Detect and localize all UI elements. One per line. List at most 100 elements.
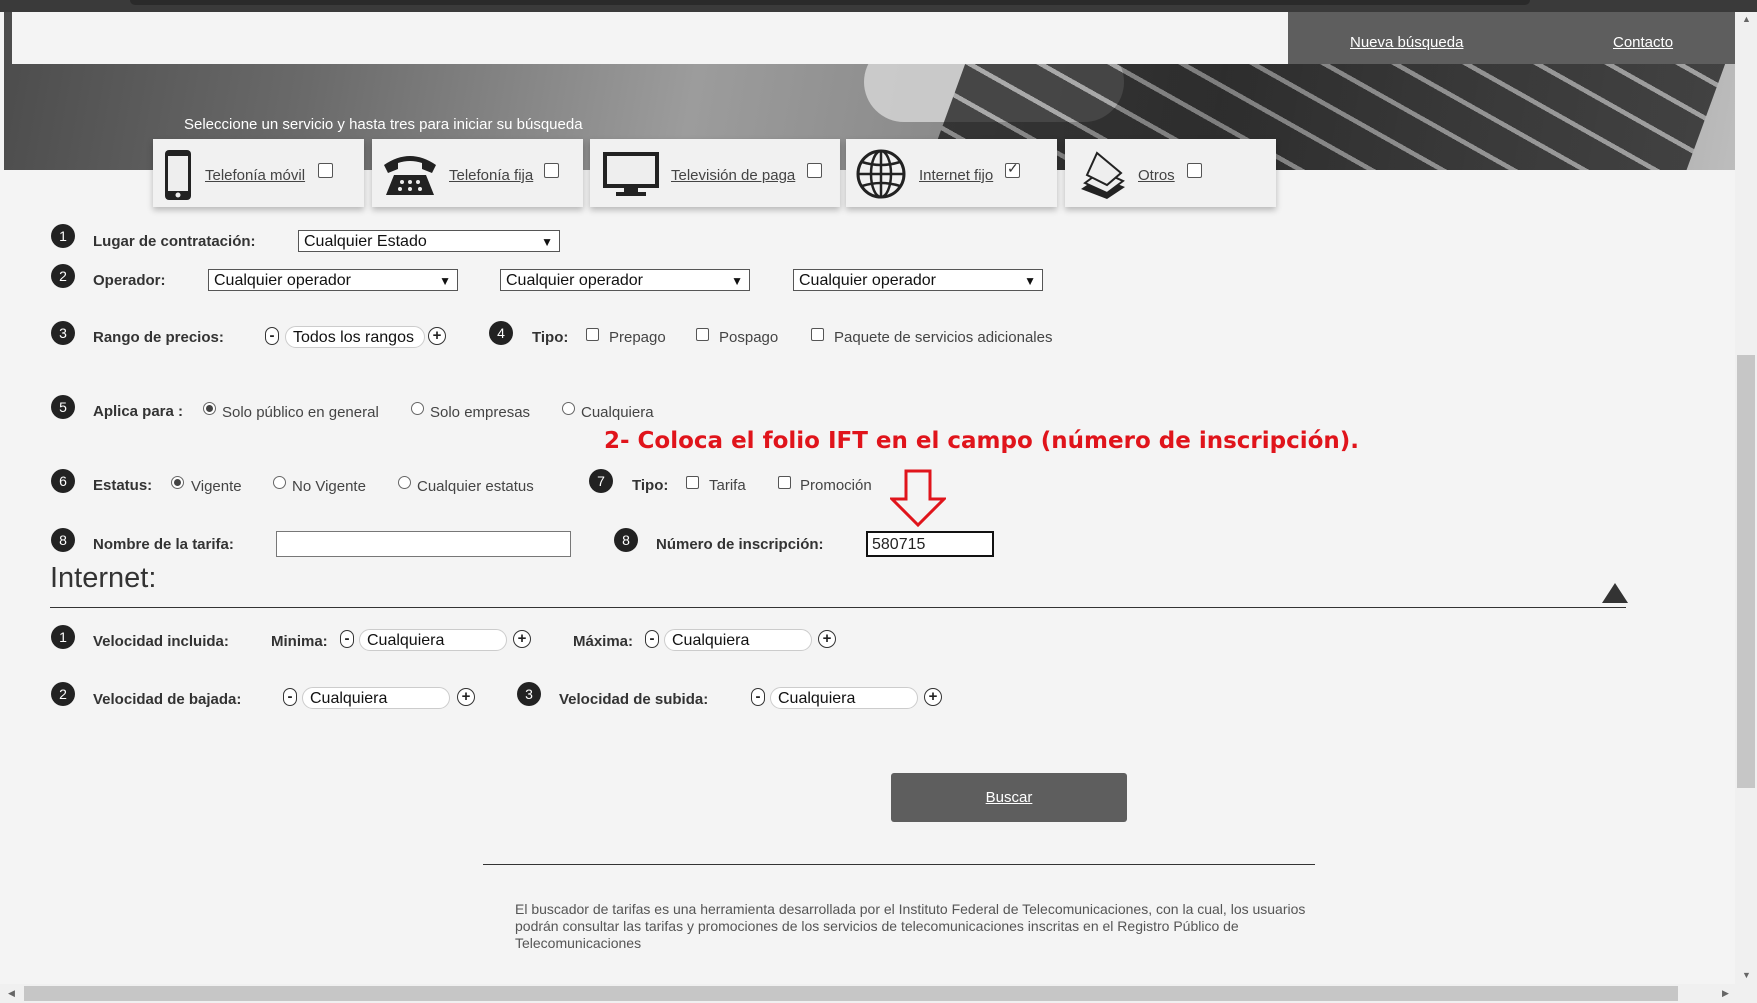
mobile-phone-icon xyxy=(165,150,191,200)
min-speed-decrease-button[interactable]: - xyxy=(340,630,354,648)
operator-select-3-value: Cualquier operador xyxy=(799,272,936,289)
vigente-radio[interactable] xyxy=(171,476,184,489)
hero-caption: Seleccione un servicio y hasta tres para… xyxy=(184,116,583,133)
max-speed-increase-button[interactable]: + xyxy=(818,630,836,648)
service-card-others[interactable]: Otros xyxy=(1065,139,1276,207)
any-applies-radio[interactable] xyxy=(562,402,575,415)
promocion-checkbox[interactable] xyxy=(778,476,791,489)
min-speed-value: Cualquiera xyxy=(359,629,507,651)
step-number-3: 3 xyxy=(51,321,75,345)
max-speed-label: Máxima: xyxy=(573,633,634,650)
header-bar xyxy=(12,12,1288,64)
top-nav: Nueva búsqueda Contacto xyxy=(1288,12,1735,64)
down-arrow-icon xyxy=(890,469,946,527)
nav-contact-link[interactable]: Contacto xyxy=(1613,34,1673,51)
upload-speed-decrease-button[interactable]: - xyxy=(751,688,765,706)
applies-to-label: Aplica para : xyxy=(93,403,184,420)
internet-step-number-2: 2 xyxy=(51,682,75,706)
tariff-name-input[interactable] xyxy=(276,531,571,557)
tariff-name-label: Nombre de la tarifa: xyxy=(93,536,234,553)
service-label-landline[interactable]: Telefonía fija xyxy=(449,167,533,184)
general-public-label: Solo público en general xyxy=(222,404,379,421)
scroll-left-icon[interactable]: ◀ xyxy=(8,988,15,999)
tarifa-label: Tarifa xyxy=(709,477,746,494)
price-range-value: Todos los rangos xyxy=(285,326,425,348)
operator-select-2[interactable]: Cualquier operador ▼ xyxy=(500,269,750,291)
companies-label: Solo empresas xyxy=(430,404,531,421)
service-card-landline[interactable]: Telefonía fija xyxy=(372,139,583,207)
section-divider xyxy=(50,607,1626,608)
search-button[interactable]: Buscar xyxy=(891,773,1127,822)
pospago-label: Pospago xyxy=(719,329,779,346)
nav-new-search-link[interactable]: Nueva búsqueda xyxy=(1350,34,1463,51)
upload-speed-increase-button[interactable]: + xyxy=(924,688,942,706)
footer-description: El buscador de tarifas es una herramient… xyxy=(515,901,1306,951)
registration-number-label: Número de inscripción: xyxy=(656,536,824,553)
pospago-checkbox[interactable] xyxy=(696,328,709,341)
service-checkbox-landline[interactable] xyxy=(544,163,559,178)
promocion-label: Promoción xyxy=(800,477,872,494)
internet-step-number-3: 3 xyxy=(517,682,541,706)
download-speed-increase-button[interactable]: + xyxy=(457,688,475,706)
upload-speed-value: Cualquiera xyxy=(770,687,918,709)
operator-label: Operador: xyxy=(93,272,166,289)
included-speed-label: Velocidad incluida: xyxy=(93,633,229,650)
max-speed-decrease-button[interactable]: - xyxy=(645,630,659,648)
additional-services-checkbox[interactable] xyxy=(811,328,824,341)
chevron-down-icon: ▼ xyxy=(439,274,451,288)
chevron-down-icon: ▼ xyxy=(731,274,743,288)
service-label-internet[interactable]: Internet fijo xyxy=(919,167,993,184)
no-vigente-label: No Vigente xyxy=(292,478,366,495)
service-card-mobile[interactable]: Telefonía móvil xyxy=(153,139,364,207)
service-label-tv[interactable]: Televisión de paga xyxy=(671,167,795,184)
service-label-mobile[interactable]: Telefonía móvil xyxy=(205,167,305,184)
offer-type-label: Tipo: xyxy=(632,477,669,494)
instruction-annotation: 2- Coloca el folio IFT en el campo (núme… xyxy=(604,428,1360,454)
service-checkbox-others[interactable] xyxy=(1187,163,1202,178)
any-status-radio[interactable] xyxy=(398,476,411,489)
general-public-radio[interactable] xyxy=(203,402,216,415)
prepago-label: Prepago xyxy=(609,329,666,346)
upload-speed-label: Velocidad de subida: xyxy=(559,691,709,708)
service-checkbox-mobile[interactable] xyxy=(318,163,333,178)
registration-number-input[interactable]: 580715 xyxy=(866,531,994,557)
service-card-internet[interactable]: Internet fijo xyxy=(846,139,1057,207)
no-vigente-radio[interactable] xyxy=(273,476,286,489)
step-number-8b: 8 xyxy=(614,528,638,552)
any-applies-label: Cualquiera xyxy=(581,404,654,421)
scroll-right-icon[interactable]: ▶ xyxy=(1722,988,1729,999)
operator-select-1[interactable]: Cualquier operador ▼ xyxy=(208,269,458,291)
min-speed-increase-button[interactable]: + xyxy=(513,630,531,648)
prepago-checkbox[interactable] xyxy=(586,328,599,341)
footer-divider xyxy=(483,864,1315,865)
operator-select-3[interactable]: Cualquier operador ▼ xyxy=(793,269,1043,291)
step-number-7: 7 xyxy=(589,469,613,493)
scroll-down-icon[interactable]: ▼ xyxy=(1742,970,1751,980)
price-range-increase-button[interactable]: + xyxy=(428,327,446,345)
price-range-decrease-button[interactable]: - xyxy=(265,327,279,345)
globe-icon xyxy=(856,149,906,199)
chevron-down-icon: ▼ xyxy=(1024,274,1036,288)
step-number-6: 6 xyxy=(51,469,75,493)
service-checkbox-tv[interactable] xyxy=(807,163,822,178)
companies-radio[interactable] xyxy=(411,402,424,415)
chevron-down-icon: ▼ xyxy=(541,235,553,249)
collapse-triangle-icon[interactable] xyxy=(1602,583,1628,603)
step-number-5: 5 xyxy=(51,395,75,419)
vertical-scroll-thumb[interactable] xyxy=(1737,355,1755,788)
television-icon xyxy=(603,152,659,196)
service-label-others[interactable]: Otros xyxy=(1138,167,1175,184)
min-speed-label: Minima: xyxy=(271,633,328,650)
service-card-tv[interactable]: Televisión de paga xyxy=(590,139,840,207)
tarifa-checkbox[interactable] xyxy=(686,476,699,489)
download-speed-decrease-button[interactable]: - xyxy=(283,688,297,706)
browser-top-strip xyxy=(0,0,1757,12)
download-speed-label: Velocidad de bajada: xyxy=(93,691,242,708)
operator-select-2-value: Cualquier operador xyxy=(506,272,643,289)
location-select[interactable]: Cualquier Estado ▼ xyxy=(298,230,560,252)
internet-section-title: Internet: xyxy=(50,562,157,594)
horizontal-scroll-thumb[interactable] xyxy=(24,986,1678,1001)
step-number-4: 4 xyxy=(489,321,513,345)
scroll-up-icon[interactable]: ▲ xyxy=(1742,14,1751,24)
service-checkbox-internet[interactable] xyxy=(1005,160,1020,178)
